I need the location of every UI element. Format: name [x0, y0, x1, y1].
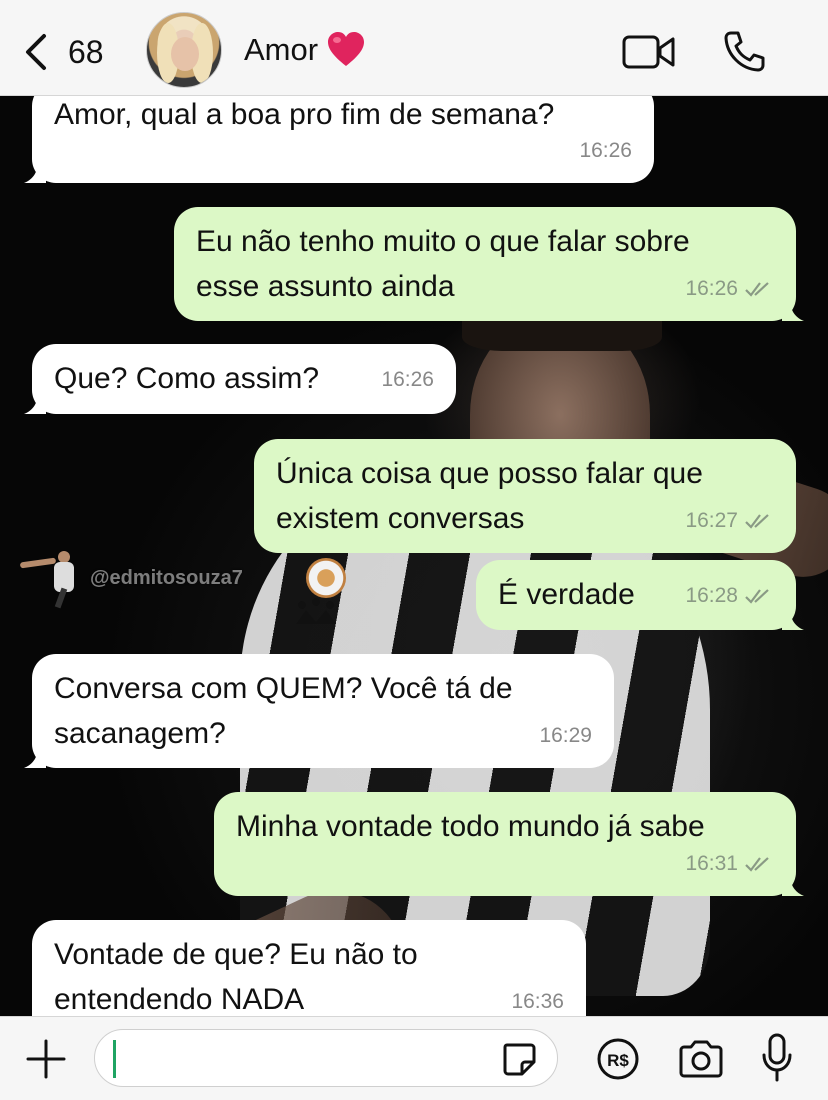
double-check-icon — [745, 856, 769, 872]
message-time: 16:27 — [685, 498, 774, 543]
wallpaper-crest — [306, 558, 346, 598]
message-text: Que? Como assim? — [54, 362, 320, 395]
message-outgoing[interactable]: Eu não tenho muito o que falar sobre ess… — [174, 207, 804, 321]
message-time: 16:28 — [685, 573, 774, 618]
message-text: Amor, qual a boa pro fim de semana? — [54, 98, 555, 131]
message-time: 16:26 — [381, 368, 434, 391]
unread-count: 68 — [68, 33, 104, 70]
message-outgoing[interactable]: Única coisa que posso falar que existem … — [254, 439, 796, 553]
video-call-icon[interactable] — [622, 34, 676, 70]
contact-name-label: Amor — [244, 32, 319, 67]
message-incoming[interactable]: Que? Como assim? 16:26 — [24, 344, 456, 414]
payment-label: R$ — [607, 1051, 629, 1070]
phone-icon[interactable] — [722, 30, 766, 74]
back-button[interactable]: 68 — [22, 28, 104, 76]
double-check-icon — [745, 588, 769, 604]
watermark: @edmitosouza7 — [18, 548, 243, 609]
text-caret — [113, 1040, 116, 1078]
microphone-icon[interactable] — [760, 1033, 794, 1083]
camera-icon[interactable] — [678, 1039, 724, 1079]
payment-icon[interactable]: R$ — [596, 1037, 640, 1081]
message-input-bar: R$ — [0, 1016, 828, 1100]
double-check-icon — [745, 513, 769, 529]
message-time: 16:29 — [539, 724, 592, 747]
message-incoming[interactable]: Conversa com QUEM? Você tá de sacanagem?… — [24, 654, 614, 768]
message-incoming[interactable]: Amor, qual a boa pro fim de semana? 16:2… — [24, 82, 654, 183]
message-time: 16:31 — [685, 841, 774, 886]
watermark-text: @edmitosouza7 — [90, 566, 243, 589]
contact-name[interactable]: Amor — [244, 30, 366, 70]
wallpaper-logo — [296, 598, 336, 624]
chat-header: 68 Amor — [0, 0, 828, 96]
message-time: 16:26 — [579, 139, 632, 162]
message-outgoing[interactable]: Minha vontade todo mundo já sabe 16:31 — [214, 792, 804, 896]
message-time: 16:26 — [685, 266, 774, 311]
message-text: Conversa com QUEM? Você tá de sacanagem? — [54, 672, 513, 750]
sticker-icon[interactable] — [501, 1041, 537, 1077]
watermark-figure — [18, 548, 88, 609]
message-input[interactable] — [94, 1029, 558, 1087]
chevron-left-icon — [26, 34, 46, 70]
heart-icon — [328, 32, 365, 66]
message-text: Vontade de que? Eu não to entendendo NAD… — [54, 938, 418, 1016]
plus-icon[interactable] — [26, 1039, 66, 1079]
message-outgoing[interactable]: É verdade 16:28 — [476, 560, 804, 630]
avatar[interactable] — [146, 12, 222, 88]
double-check-icon — [745, 281, 769, 297]
